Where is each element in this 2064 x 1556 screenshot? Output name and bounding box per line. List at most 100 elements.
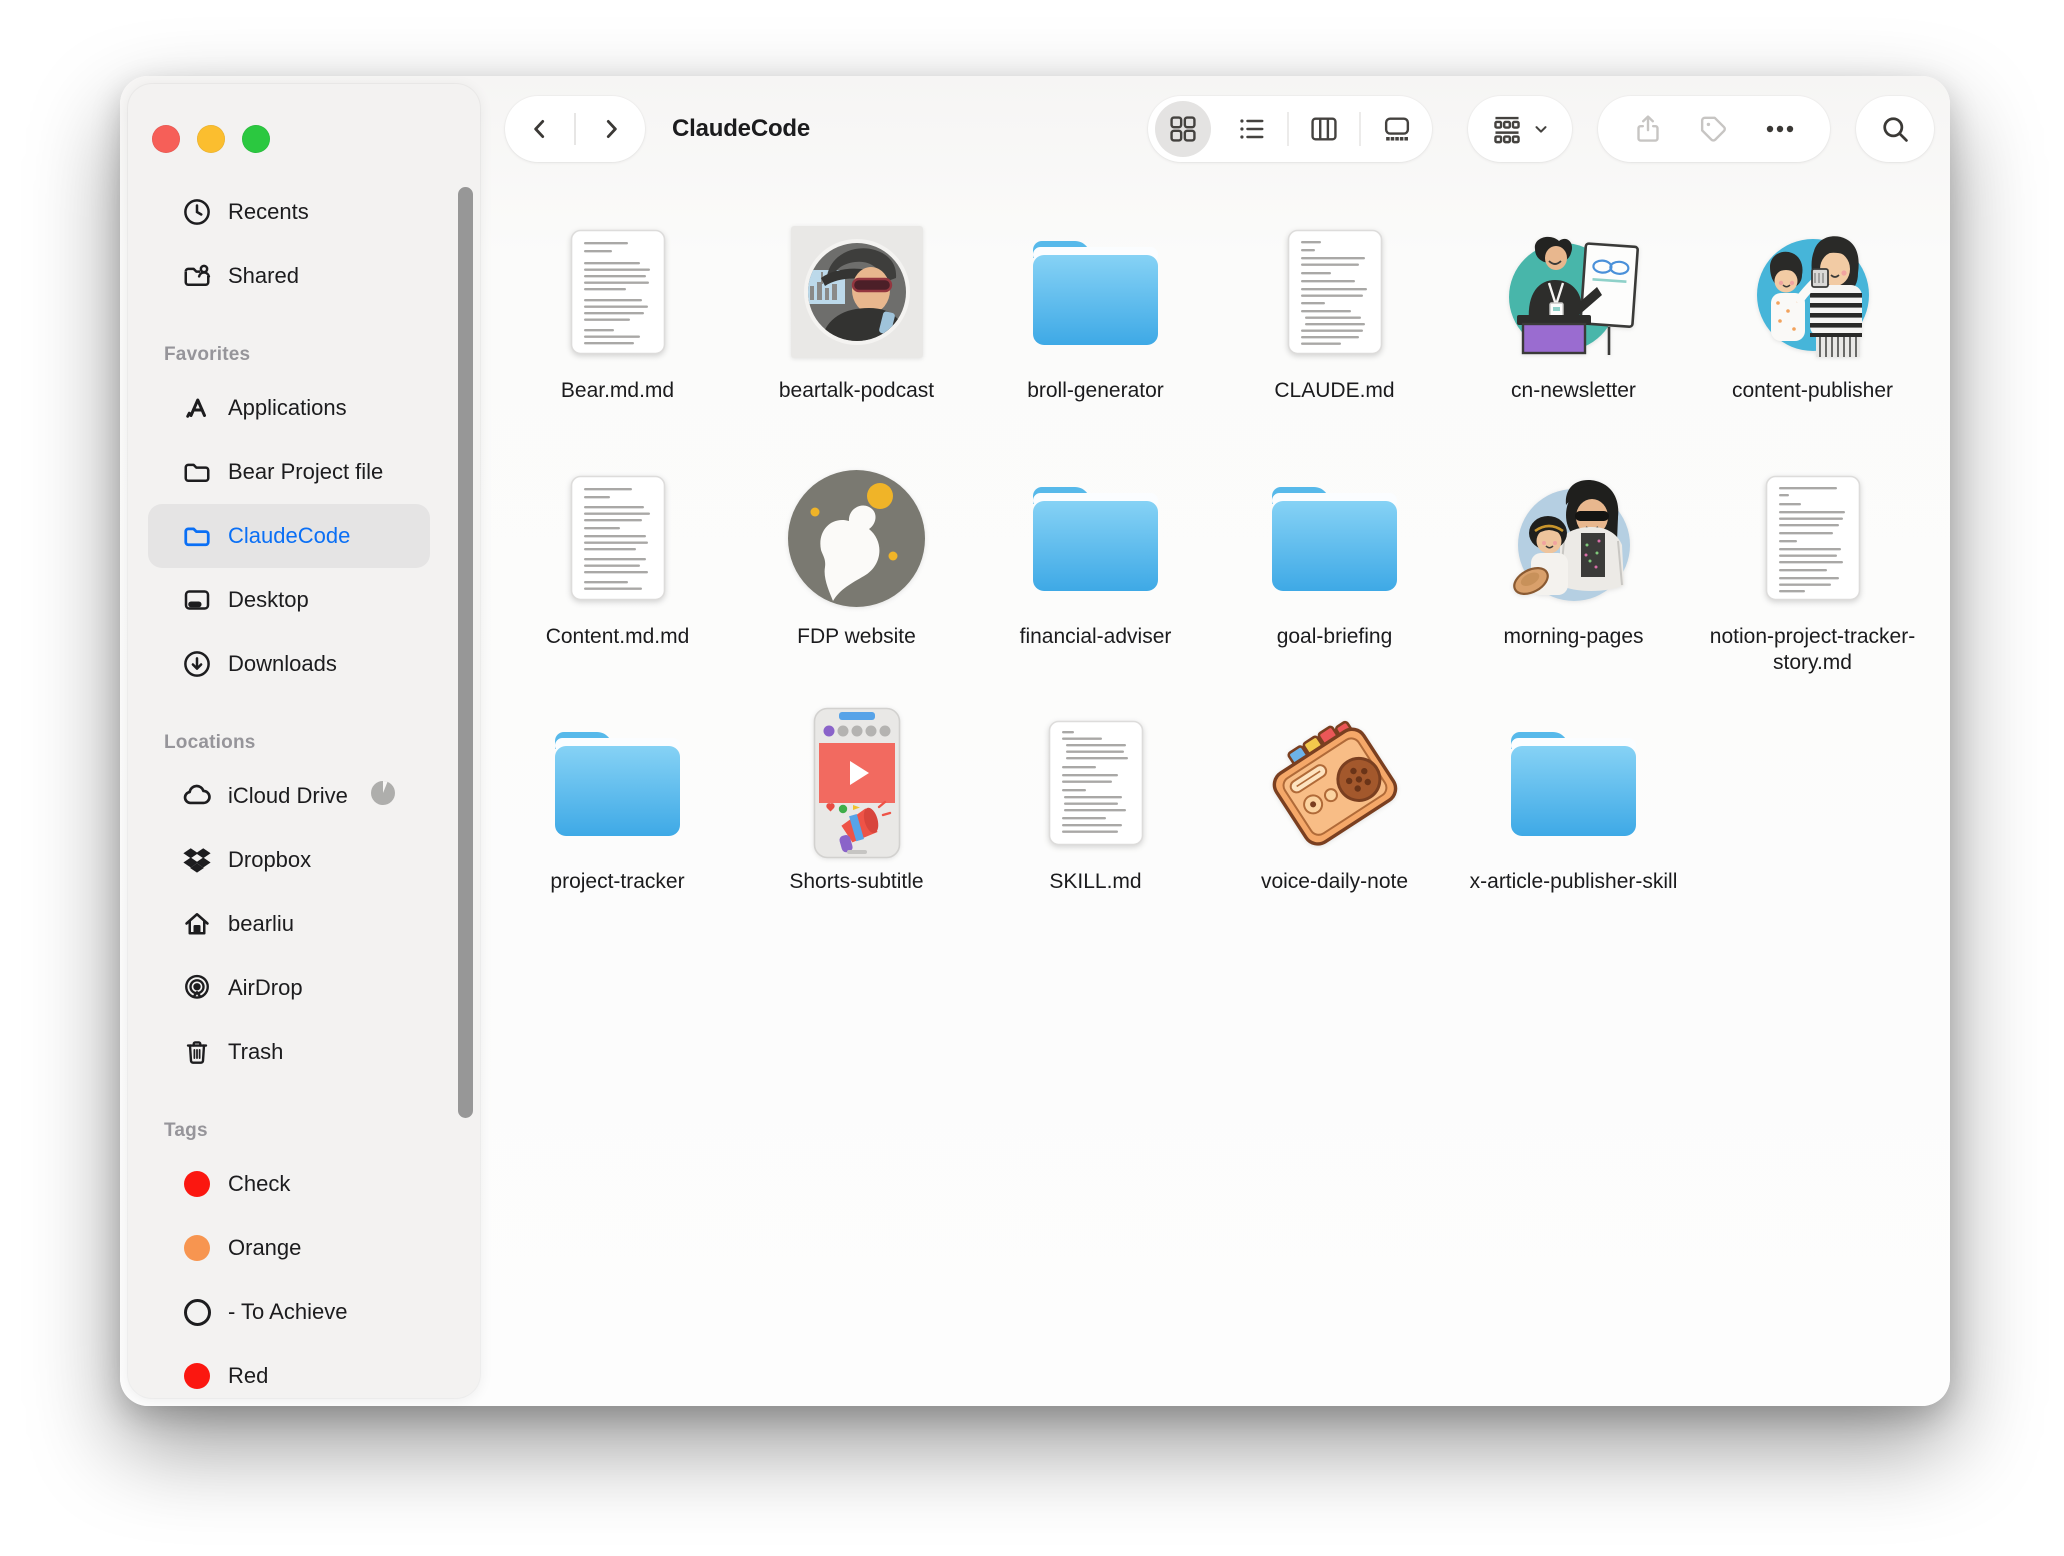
file-morning-pages[interactable]: morning-pages [1454,462,1693,677]
close-button[interactable] [152,125,180,153]
sidebar-section-favorites: Favorites [148,334,480,376]
toolbar-actions [1598,96,1830,162]
folder-icon [1454,707,1693,859]
sidebar-item-label: Red [228,1363,268,1389]
finder-window: Recents Shared Favorites Applications [120,76,1950,1406]
document-icon [1693,462,1932,614]
file-beartalk-podcast[interactable]: beartalk-podcast [737,216,976,404]
sidebar-section-tags: Tags [148,1110,480,1152]
airdrop-icon [180,971,214,1005]
sidebar-item-icloud-drive[interactable]: iCloud Drive [148,764,430,828]
file-grid-row: project-tracker Shorts-subtitle SKILL.md… [498,707,1932,895]
file-label: broll-generator [1027,378,1164,404]
sidebar-item-recents[interactable]: Recents [148,180,430,244]
file-fdp-website[interactable]: FDP website [737,462,976,677]
search-button[interactable] [1856,96,1934,162]
sidebar-list: Recents Shared Favorites Applications [128,180,480,1398]
sidebar-item-bear-project-file[interactable]: Bear Project file [148,440,430,504]
red-tag-dot [180,1359,214,1393]
sidebar-tag-to-achieve[interactable]: - To Achieve [148,1280,430,1344]
column-view-button[interactable] [1291,96,1357,162]
folder-financial-adviser[interactable]: financial-adviser [976,462,1215,677]
sidebar-item-label: Desktop [228,587,309,613]
file-label: cn-newsletter [1511,378,1636,404]
forward-button[interactable] [598,116,624,142]
minimize-button[interactable] [197,125,225,153]
outline-tag-dot [180,1295,214,1329]
sidebar-item-shared[interactable]: Shared [148,244,430,308]
sidebar-item-airdrop[interactable]: AirDrop [148,956,430,1020]
file-label: financial-adviser [1020,624,1172,650]
document-icon [976,707,1215,859]
icon-view-button[interactable] [1155,101,1211,157]
folder-icon [498,707,737,859]
image-thumbnail [1454,462,1693,614]
folder-icon [976,216,1215,368]
folder-broll-generator[interactable]: broll-generator [976,216,1215,404]
sidebar-item-label: Check [228,1171,290,1197]
folder-icon [976,462,1215,614]
folder-x-article-publisher-skill[interactable]: x-article-publisher-skill [1454,707,1693,895]
toolbar-divider [1287,112,1289,146]
document-icon [1215,216,1454,368]
file-voice-daily-note[interactable]: voice-daily-note [1215,707,1454,895]
sidebar-scrollbar[interactable] [458,187,473,1118]
zoom-button[interactable] [242,125,270,153]
file-bear-md[interactable]: Bear.md.md [498,216,737,404]
dropbox-icon [180,843,214,877]
file-content-publisher[interactable]: content-publisher [1693,216,1932,404]
sidebar-tag-red[interactable]: Red [148,1344,430,1398]
sidebar-item-label: AirDrop [228,975,303,1001]
image-thumbnail [1215,707,1454,859]
sidebar: Recents Shared Favorites Applications [128,84,480,1398]
icloud-icon [180,779,214,813]
sidebar-tag-check[interactable]: Check [148,1152,430,1216]
file-cn-newsletter[interactable]: cn-newsletter [1454,216,1693,404]
tag-button[interactable] [1697,113,1729,145]
share-button[interactable] [1632,113,1664,145]
sidebar-item-label: Shared [228,263,299,289]
window-title: ClaudeCode [672,96,810,162]
file-label: goal-briefing [1277,624,1393,650]
logo-thumbnail [737,462,976,614]
toolbar-divider [1359,112,1361,146]
sidebar-item-label: Trash [228,1039,283,1065]
file-content-md[interactable]: Content.md.md [498,462,737,677]
file-label: morning-pages [1503,624,1643,650]
file-label: CLAUDE.md [1274,378,1394,404]
sidebar-tag-orange[interactable]: Orange [148,1216,430,1280]
list-view-button[interactable] [1219,96,1285,162]
image-thumbnail [737,216,976,368]
back-button[interactable] [527,116,553,142]
search-icon [1879,113,1911,145]
more-button[interactable] [1763,112,1797,146]
file-notion-project-tracker-story[interactable]: notion-project-tracker-story.md [1693,462,1932,677]
sidebar-item-bearliu[interactable]: bearliu [148,892,430,956]
sidebar-item-desktop[interactable]: Desktop [148,568,430,632]
sidebar-item-label: Orange [228,1235,301,1261]
file-label: content-publisher [1732,378,1893,404]
image-thumbnail [737,707,976,859]
red-tag-dot [180,1167,214,1201]
sidebar-item-label: - To Achieve [228,1299,347,1325]
orange-tag-dot [180,1231,214,1265]
file-shorts-subtitle[interactable]: Shorts-subtitle [737,707,976,895]
group-by-button[interactable] [1468,96,1572,162]
sidebar-item-trash[interactable]: Trash [148,1020,430,1084]
sidebar-section-locations: Locations [148,722,480,764]
sidebar-item-applications[interactable]: Applications [148,376,430,440]
file-label: Shorts-subtitle [789,869,923,895]
gallery-view-button[interactable] [1364,96,1430,162]
file-claude-md[interactable]: CLAUDE.md [1215,216,1454,404]
folder-project-tracker[interactable]: project-tracker [498,707,737,895]
sidebar-item-downloads[interactable]: Downloads [148,632,430,696]
file-skill-md[interactable]: SKILL.md [976,707,1215,895]
shared-folder-icon [180,259,214,293]
sidebar-item-dropbox[interactable]: Dropbox [148,828,430,892]
folder-goal-briefing[interactable]: goal-briefing [1215,462,1454,677]
icloud-storage-indicator [370,780,396,812]
sidebar-item-label: Applications [228,395,347,421]
toolbar-divider [574,113,576,145]
sidebar-item-claudecode[interactable]: ClaudeCode [148,504,430,568]
file-label: x-article-publisher-skill [1470,869,1678,895]
